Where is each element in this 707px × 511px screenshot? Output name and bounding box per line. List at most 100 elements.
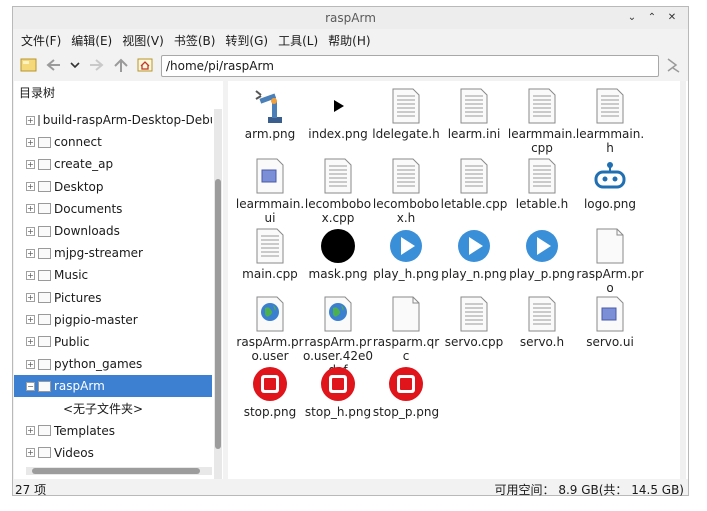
scroll-thumb[interactable] <box>215 179 221 449</box>
tree-item-music[interactable]: + Music <box>14 264 212 286</box>
up-icon[interactable] <box>111 55 131 75</box>
history-dropdown-icon[interactable] <box>65 55 85 75</box>
menu-bookmarks[interactable]: 书签(B) <box>170 29 222 51</box>
stop-image-icon <box>250 365 290 403</box>
cursor-image-icon <box>318 87 358 125</box>
tree-item-label: Documents <box>54 201 123 216</box>
expander-icon[interactable]: + <box>26 226 35 236</box>
tree-item-rasparm[interactable]: − raspArm <box>14 375 212 398</box>
file-item[interactable]: learmmain.h <box>574 87 646 155</box>
tree-item-downloads[interactable]: + Downloads <box>14 220 212 242</box>
file-item[interactable]: stop_h.png <box>302 365 374 419</box>
new-tab-icon[interactable] <box>19 55 39 75</box>
menu-go[interactable]: 转到(G) <box>221 29 274 51</box>
expander-icon[interactable]: + <box>26 337 35 347</box>
tree-vertical-scrollbar[interactable] <box>214 109 222 479</box>
file-item[interactable]: servo.ui <box>574 295 646 349</box>
sidebar-header[interactable]: 目录树 <box>19 84 55 101</box>
file-item[interactable]: main.cpp <box>234 227 306 281</box>
file-name: index.png <box>308 127 368 141</box>
scroll-thumb[interactable] <box>32 468 200 474</box>
expander-icon[interactable]: + <box>26 448 35 458</box>
expander-icon[interactable]: + <box>26 137 35 147</box>
tree-item-pictures[interactable]: + Pictures <box>14 287 212 309</box>
tree-item-documents[interactable]: + Documents <box>14 198 212 220</box>
file-item[interactable]: index.png <box>302 87 374 141</box>
file-item[interactable]: play_n.png <box>438 227 510 281</box>
menu-view[interactable]: 视图(V) <box>118 29 170 51</box>
title-bar[interactable]: raspArm ⌄ ⌃ ✕ <box>13 7 688 29</box>
menu-file[interactable]: 文件(F) <box>17 29 67 51</box>
close-icon[interactable]: ✕ <box>662 10 682 26</box>
file-item[interactable]: stop.png <box>234 365 306 419</box>
window-title: raspArm <box>325 11 376 25</box>
folder-icon <box>38 269 51 281</box>
file-name: stop.png <box>243 405 297 419</box>
expander-icon[interactable]: − <box>26 381 35 391</box>
file-name: arm.png <box>244 127 296 141</box>
file-item[interactable]: learmmain.ui <box>234 157 306 225</box>
blank-file-icon <box>590 227 630 265</box>
tree-item-python-games[interactable]: + python_games <box>14 353 212 375</box>
tree-item-label: mjpg-streamer <box>54 246 143 261</box>
file-item[interactable]: play_h.png <box>370 227 442 281</box>
minimize-icon[interactable]: ⌄ <box>622 10 642 26</box>
tree-item-label: python_games <box>54 357 143 372</box>
expander-icon[interactable]: + <box>26 270 35 280</box>
expander-icon[interactable]: + <box>26 426 35 436</box>
tree-item-mjpg-streamer[interactable]: + mjpg-streamer <box>14 242 212 264</box>
tree-item-desktop[interactable]: + Desktop <box>14 176 212 198</box>
file-item[interactable]: stop_p.png <box>370 365 442 419</box>
file-item[interactable]: rasparm.qrc <box>370 295 442 363</box>
forward-icon[interactable] <box>87 55 107 75</box>
text-file-icon <box>590 87 630 125</box>
file-item[interactable]: ldelegate.h <box>370 87 442 141</box>
expander-icon[interactable]: + <box>26 315 35 325</box>
expander-icon[interactable]: + <box>26 248 35 258</box>
stop-image-icon <box>318 365 358 403</box>
file-item[interactable]: arm.png <box>234 87 306 141</box>
tree-item-pigpio-master[interactable]: + pigpio-master <box>14 309 212 331</box>
file-name: ldelegate.h <box>372 127 440 141</box>
folder-icon <box>38 247 51 259</box>
expander-icon[interactable]: + <box>26 204 35 214</box>
address-bar[interactable] <box>161 55 659 77</box>
tree-item-build-rasparm-desktop-debug[interactable]: + build-raspArm-Desktop-Debug <box>14 109 212 131</box>
go-icon[interactable] <box>663 55 683 75</box>
tree-horizontal-scrollbar[interactable] <box>26 467 212 475</box>
expander-icon[interactable]: + <box>26 182 35 192</box>
file-item[interactable]: mask.png <box>302 227 374 281</box>
expander-icon[interactable]: + <box>26 293 35 303</box>
file-item[interactable]: lecombobox.h <box>370 157 442 225</box>
tree-item-connect[interactable]: + connect <box>14 131 212 153</box>
expander-icon[interactable]: + <box>26 115 35 125</box>
file-item[interactable]: servo.cpp <box>438 295 510 349</box>
tree-item-videos[interactable]: + Videos <box>14 442 212 464</box>
expander-icon[interactable]: + <box>26 159 35 169</box>
folder-icon <box>38 181 51 193</box>
file-item[interactable]: learm.ini <box>438 87 510 141</box>
menu-help[interactable]: 帮助(H) <box>324 29 376 51</box>
file-view-scrollbar[interactable] <box>680 81 686 479</box>
file-item[interactable]: raspArm.pro <box>574 227 646 295</box>
expander-icon[interactable]: + <box>26 359 35 369</box>
home-icon[interactable] <box>135 55 155 75</box>
file-item[interactable]: servo.h <box>506 295 578 349</box>
file-item[interactable]: logo.png <box>574 157 646 211</box>
maximize-icon[interactable]: ⌃ <box>642 10 662 26</box>
tree-item-public[interactable]: + Public <box>14 331 212 353</box>
file-item[interactable]: raspArm.pro.user <box>234 295 306 363</box>
menu-tools[interactable]: 工具(L) <box>274 29 324 51</box>
tree-item-templates[interactable]: + Templates <box>14 419 212 441</box>
file-item[interactable]: letable.h <box>506 157 578 211</box>
text-file-icon <box>454 87 494 125</box>
file-item[interactable]: lecombobox.cpp <box>302 157 374 225</box>
file-item[interactable]: letable.cpp <box>438 157 510 211</box>
menu-edit[interactable]: 编辑(E) <box>67 29 118 51</box>
back-icon[interactable] <box>43 55 63 75</box>
tree-item-label: raspArm <box>54 379 105 394</box>
tree-item-create-ap[interactable]: + create_ap <box>14 153 212 175</box>
file-item[interactable]: learmmain.cpp <box>506 87 578 155</box>
file-item[interactable]: play_p.png <box>506 227 578 281</box>
tree-item-[interactable]: +/ <box>14 464 212 465</box>
